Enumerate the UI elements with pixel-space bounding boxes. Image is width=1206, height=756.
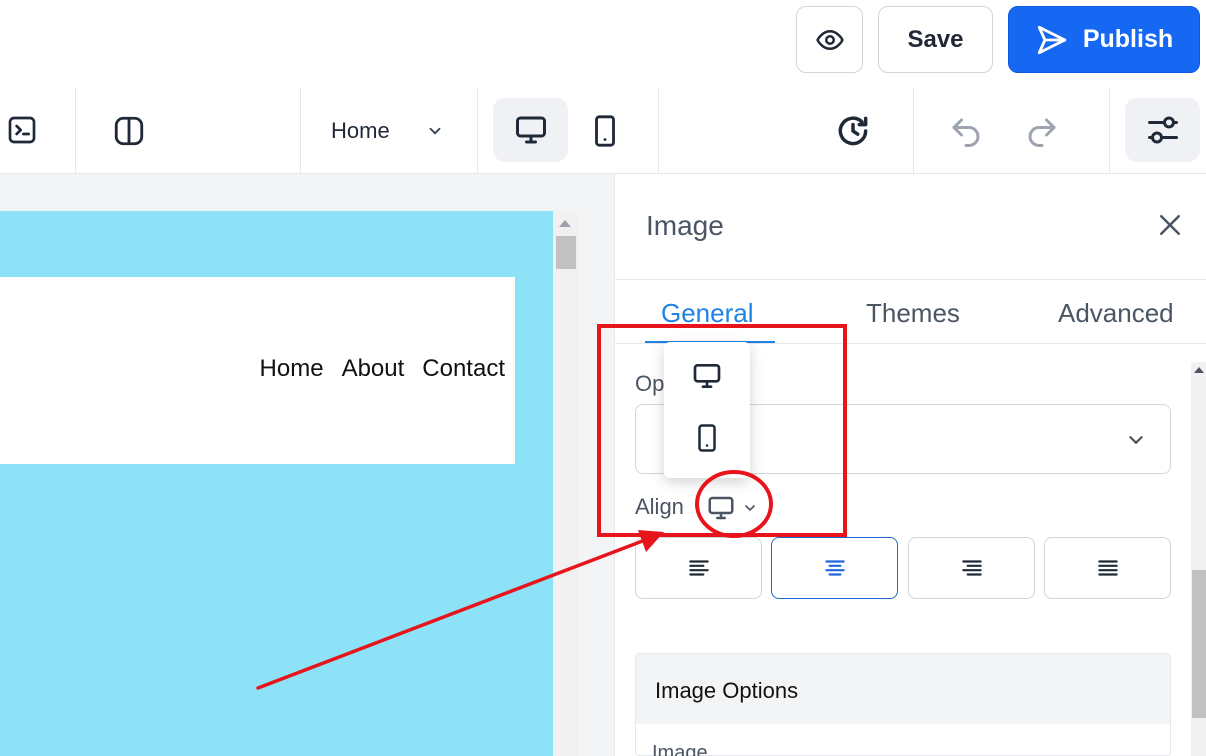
preview-button[interactable] <box>796 6 863 73</box>
undo-button[interactable] <box>948 114 984 150</box>
panel-scroll-thumb[interactable] <box>1192 570 1206 718</box>
canvas-scroll-thumb[interactable] <box>556 236 576 269</box>
history-icon <box>838 116 868 146</box>
close-icon <box>1160 215 1180 235</box>
redo-button[interactable] <box>1024 114 1060 150</box>
send-icon <box>1037 25 1067 54</box>
image-options-title: Image Options <box>655 678 799 703</box>
eye-icon <box>815 29 844 50</box>
phone-icon <box>698 424 716 452</box>
canvas-scrollbar[interactable] <box>553 211 578 756</box>
panel-title: Image <box>646 210 724 241</box>
align-center-button[interactable] <box>771 537 898 599</box>
chevron-down-icon[interactable] <box>742 500 758 521</box>
align-device-toggle[interactable] <box>706 493 736 528</box>
nav-link-about[interactable]: About <box>342 355 405 383</box>
align-left-button[interactable] <box>635 537 762 599</box>
field-label: Op <box>635 371 665 396</box>
top-bar: Save Publish <box>0 0 1206 88</box>
dropdown-option-mobile[interactable] <box>664 408 750 468</box>
code-editor-button[interactable] <box>6 114 38 146</box>
image-field-label: Image <box>652 742 708 756</box>
terminal-icon <box>8 116 36 144</box>
sliders-icon <box>1147 116 1178 144</box>
panel-scroll-up-arrow[interactable] <box>1194 367 1204 373</box>
site-header[interactable]: Home About Contact <box>0 277 515 464</box>
undo-icon <box>952 118 980 147</box>
image-options-header[interactable]: Image Options <box>636 654 1170 724</box>
publish-label: Publish <box>1082 25 1174 53</box>
publish-button[interactable]: Publish <box>1008 6 1200 73</box>
align-center-icon <box>824 560 845 576</box>
history-button[interactable] <box>834 112 872 150</box>
close-panel-button[interactable] <box>1155 210 1185 245</box>
canvas-area: Home About Contact <box>0 174 614 756</box>
image-options-card: Image Options Image <box>635 653 1171 756</box>
tab-themes[interactable]: Themes <box>866 298 960 329</box>
editor-toolbar: Home <box>0 88 1206 174</box>
layout-toggle-button[interactable] <box>112 114 146 148</box>
monitor-icon <box>693 364 721 388</box>
chevron-down-icon[interactable] <box>426 122 444 145</box>
monitor-icon <box>515 116 546 144</box>
redo-icon <box>1028 118 1056 147</box>
scroll-up-arrow[interactable] <box>559 220 571 227</box>
page-select[interactable]: Home <box>331 118 390 144</box>
mobile-view-button[interactable] <box>588 112 622 150</box>
dropdown-option-desktop[interactable] <box>664 346 750 406</box>
save-button[interactable]: Save <box>878 6 993 73</box>
tab-general[interactable]: General <box>661 298 754 329</box>
desktop-view-button[interactable] <box>493 98 568 162</box>
phone-icon <box>595 115 615 147</box>
align-justify-button[interactable] <box>1044 537 1171 599</box>
monitor-icon <box>708 496 734 520</box>
nav-link-home[interactable]: Home <box>260 355 324 383</box>
tab-advanced[interactable]: Advanced <box>1058 298 1174 329</box>
align-label: Align <box>635 494 684 519</box>
nav-link-contact[interactable]: Contact <box>422 355 505 383</box>
align-right-icon <box>961 560 982 576</box>
page-preview[interactable]: Home About Contact <box>0 211 553 756</box>
columns-icon <box>114 116 144 146</box>
align-left-icon <box>688 560 709 576</box>
align-right-button[interactable] <box>908 537 1035 599</box>
settings-panel-button[interactable] <box>1125 98 1200 162</box>
chevron-down-icon[interactable] <box>1125 429 1147 456</box>
device-dropdown <box>664 342 750 478</box>
align-justify-icon <box>1097 560 1118 576</box>
site-nav: Home About Contact <box>260 355 505 383</box>
